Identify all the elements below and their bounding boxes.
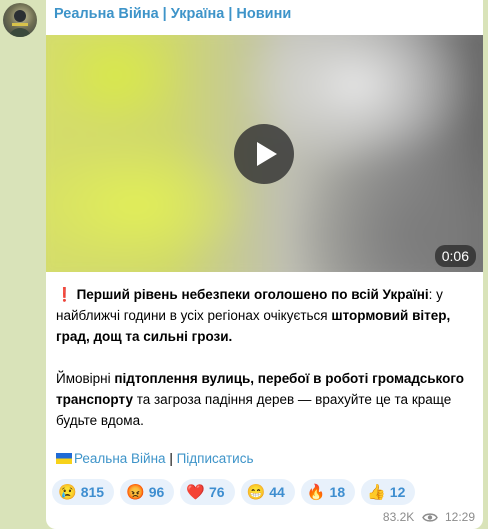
- footer-links: Реальна Війна | Підписатись: [56, 451, 253, 466]
- exclamation-icon: ❗: [56, 287, 73, 302]
- channel-link[interactable]: Реальна Війна: [74, 451, 166, 466]
- reaction-angry[interactable]: 😡 96: [120, 479, 175, 505]
- text-bold: Перший рівень небезпеки оголошено по всі…: [76, 287, 429, 302]
- crying-face-icon: 😢: [58, 484, 77, 501]
- text-plain: Ймовірні: [56, 371, 115, 386]
- reaction-fire[interactable]: 🔥 18: [300, 479, 356, 505]
- message-text: ❗ Перший рівень небезпеки оголошено по в…: [56, 284, 476, 431]
- fire-icon: 🔥: [306, 484, 326, 501]
- reaction-thumbs-up[interactable]: 👍 12: [361, 479, 416, 505]
- video-preview[interactable]: 0:06: [46, 35, 483, 272]
- grinning-face-icon: 😁: [246, 484, 266, 501]
- message-meta: 83.2K 12:29: [383, 510, 475, 524]
- reaction-grin[interactable]: 😁 44: [240, 479, 295, 505]
- angry-face-icon: 😡: [126, 484, 145, 501]
- message-paragraph-2: Ймовірні підтоплення вулиць, перебої в р…: [56, 368, 476, 431]
- view-count: 83.2K: [382, 510, 415, 524]
- reaction-count: 18: [329, 484, 346, 500]
- reactions-bar: 😢 815 😡 96 ❤️ 76 😁 44 🔥 18 👍 12: [52, 479, 421, 505]
- link-separator: |: [165, 451, 177, 466]
- eye-icon: [421, 513, 438, 522]
- channel-avatar[interactable]: [3, 3, 37, 37]
- message-time: 12:29: [444, 510, 475, 524]
- message-paragraph-1: ❗ Перший рівень небезпеки оголошено по в…: [56, 284, 476, 347]
- subscribe-link[interactable]: Підписатись: [177, 451, 254, 466]
- ukraine-flag-icon: [56, 453, 72, 464]
- reaction-count: 44: [269, 484, 285, 500]
- play-icon[interactable]: [234, 124, 294, 184]
- reaction-count: 96: [148, 484, 165, 500]
- thumbs-up-icon: 👍: [367, 484, 386, 501]
- message-bubble: Реальна Війна | Україна | Новини 0:06 ❗ …: [46, 0, 483, 529]
- reaction-count: 815: [80, 484, 105, 500]
- channel-name[interactable]: Реальна Війна | Україна | Новини: [54, 6, 291, 22]
- heart-icon: ❤️: [186, 484, 205, 501]
- reaction-heart[interactable]: ❤️ 76: [180, 479, 235, 505]
- reaction-count: 12: [389, 484, 406, 500]
- reaction-crying[interactable]: 😢 815: [52, 479, 115, 505]
- reaction-count: 76: [209, 484, 225, 500]
- video-duration: 0:06: [434, 245, 476, 267]
